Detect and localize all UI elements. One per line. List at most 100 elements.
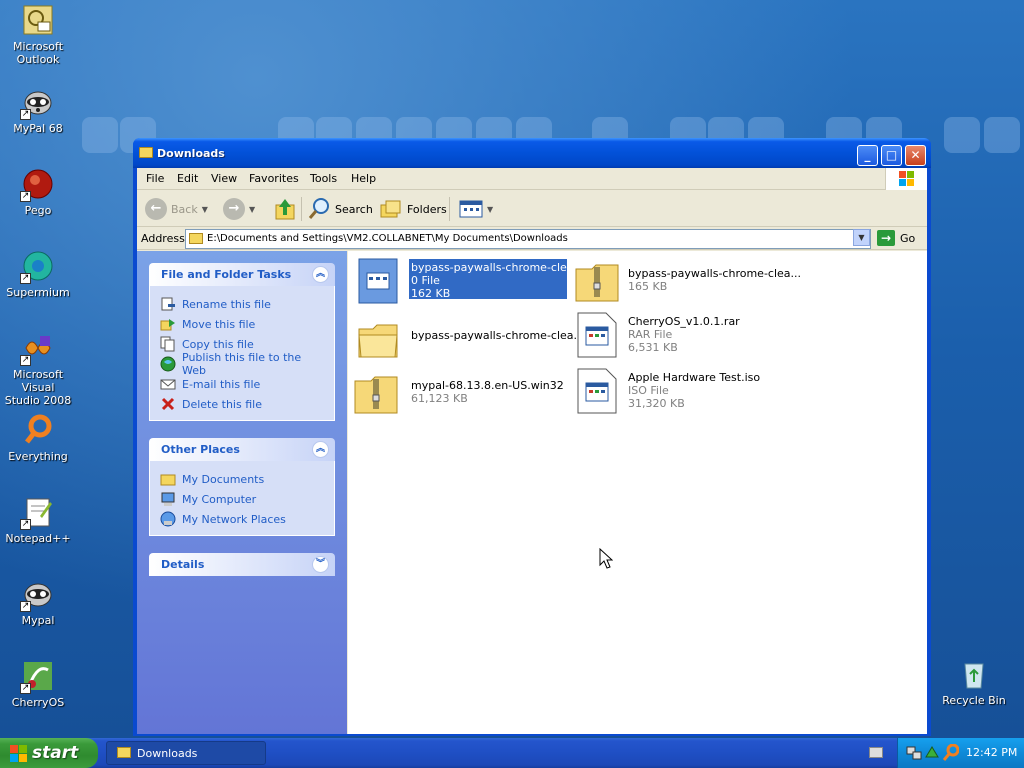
supermium-icon: ↗	[20, 250, 54, 284]
views-icon	[459, 200, 483, 218]
desktop-icon-label: Recycle Bin	[942, 694, 1006, 707]
desktop-icon-everything[interactable]: Everything	[0, 414, 76, 463]
file-item[interactable]: mypal-68.13.8.en-US.win32 61,123 KB	[353, 369, 573, 419]
go-arrow-icon: →	[877, 230, 895, 246]
details-header[interactable]: Details ︾	[149, 553, 335, 576]
magnifier-icon	[22, 414, 54, 446]
place-my-network[interactable]: My Network Places	[160, 509, 324, 529]
toolbar-separator	[301, 197, 302, 221]
desktop-icon-label: Notepad++	[5, 532, 71, 545]
menu-favorites[interactable]: Favorites	[249, 172, 299, 185]
desktop-icon-mypal[interactable]: ↗ Mypal	[0, 578, 76, 627]
folders-button[interactable]: Folders	[379, 197, 447, 221]
search-button[interactable]: Search	[307, 197, 373, 221]
rename-file-task[interactable]: Rename this file	[160, 294, 324, 314]
desktop-icon-label: Everything	[8, 450, 68, 463]
zip-folder-icon	[575, 264, 619, 302]
file-type: ISO File	[628, 384, 669, 397]
taskbar: start Downloads 12:42 PM	[0, 738, 1024, 768]
windows-flag-icon	[10, 745, 27, 762]
file-size: 165 KB	[628, 280, 668, 293]
file-size: 6,531 KB	[628, 341, 678, 354]
file-item[interactable]: bypass-paywalls-chrome-clea... 165 KB	[574, 257, 801, 307]
desktop-icon-label: Supermium	[6, 286, 70, 299]
file-item[interactable]: bypass-paywalls-chrome-clea...	[357, 317, 584, 367]
desktop-icon-cherryos[interactable]: ↗ CherryOS	[0, 660, 76, 709]
desktop-icon-notepadpp[interactable]: ↗ Notepad++	[0, 496, 76, 545]
desktop-icon-outlook[interactable]: Microsoft Outlook	[0, 4, 76, 66]
menu-edit[interactable]: Edit	[177, 172, 198, 185]
file-item[interactable]: CherryOS_v1.0.1.rar RAR File 6,531 KB	[574, 311, 794, 361]
start-button[interactable]: start	[0, 738, 98, 768]
place-my-computer[interactable]: My Computer	[160, 489, 324, 509]
address-dropdown-button[interactable]: ▼	[853, 229, 870, 246]
file-type: RAR File	[628, 328, 673, 341]
other-places-panel: Other Places ︽ My Documents My Computer …	[149, 438, 335, 536]
place-my-documents[interactable]: My Documents	[160, 469, 324, 489]
minimize-button[interactable]: _	[857, 145, 878, 166]
desktop-icon-visual-studio[interactable]: ↗ Microsoft Visual Studio 2008	[0, 332, 76, 407]
network-icon[interactable]	[906, 745, 922, 761]
address-path: E:\Documents and Settings\VM2.COLLABNET\…	[207, 233, 568, 244]
desktop-icon-label: CherryOS	[11, 696, 65, 709]
file-folder-tasks-header[interactable]: File and Folder Tasks ︽	[149, 263, 335, 286]
clock[interactable]: 12:42 PM	[966, 746, 1017, 759]
collapse-chevron-icon[interactable]: ︽	[312, 266, 329, 283]
desktop-icon-label: Microsoft Visual	[12, 368, 64, 394]
forward-button[interactable]: → ▼	[223, 197, 255, 221]
file-name: CherryOS_v1.0.1.rar	[628, 315, 740, 328]
publish-web-task[interactable]: Publish this file to the Web	[160, 351, 324, 377]
place-label: My Network Places	[182, 512, 286, 526]
title-bar[interactable]: Downloads _ □ ✕	[133, 138, 931, 168]
collapse-chevron-icon[interactable]: ︽	[312, 441, 329, 458]
file-item[interactable]: bypass-paywalls-chrome-clea... 0 File 16…	[357, 257, 584, 307]
back-button[interactable]: ← Back ▼	[145, 197, 208, 221]
move-file-task[interactable]: Move this file	[160, 314, 324, 334]
safely-remove-icon[interactable]	[924, 745, 940, 761]
menu-help[interactable]: Help	[351, 172, 376, 185]
desktop-icon-recycle-bin[interactable]: Recycle Bin	[936, 658, 1012, 707]
desktop-icon-label: Studio 2008	[4, 394, 72, 407]
file-name: bypass-paywalls-chrome-clea...	[411, 329, 585, 342]
move-icon	[160, 319, 175, 331]
other-places-header[interactable]: Other Places ︽	[149, 438, 335, 461]
panel-title: File and Folder Tasks	[161, 268, 292, 281]
file-name: bypass-paywalls-chrome-clea...	[628, 267, 802, 280]
go-label: Go	[900, 231, 916, 245]
keyboard-icon[interactable]	[869, 747, 883, 758]
delete-file-task[interactable]: Delete this file	[160, 394, 324, 414]
go-button[interactable]: → Go	[877, 230, 915, 246]
raccoon-icon: ↗	[20, 578, 54, 612]
my-documents-icon	[160, 474, 176, 486]
raccoon-icon: ↗	[20, 86, 54, 120]
file-item[interactable]: Apple Hardware Test.iso ISO File 31,320 …	[574, 367, 794, 417]
address-input[interactable]: E:\Documents and Settings\VM2.COLLABNET\…	[185, 229, 871, 249]
folder-icon	[117, 747, 131, 758]
folders-label: Folders	[407, 202, 447, 216]
desktop-icon-mypal68[interactable]: ↗ MyPal 68	[0, 86, 76, 135]
taskbar-button-downloads[interactable]: Downloads	[106, 741, 266, 765]
close-button[interactable]: ✕	[905, 145, 926, 166]
email-file-task[interactable]: E-mail this file	[160, 374, 324, 394]
desktop-icon-supermium[interactable]: ↗ Supermium	[0, 250, 76, 299]
menu-view[interactable]: View	[211, 172, 237, 185]
cherryos-icon: ↗	[20, 660, 54, 694]
search-tray-icon[interactable]	[943, 744, 959, 762]
menu-tools[interactable]: Tools	[310, 172, 337, 185]
system-tray: 12:42 PM	[897, 738, 1024, 768]
details-panel: Details ︾	[149, 553, 335, 576]
place-label: My Documents	[182, 472, 265, 486]
start-label: start	[32, 743, 79, 763]
file-name: bypass-paywalls-chrome-clea...	[411, 261, 585, 274]
panel-title: Other Places	[161, 443, 240, 456]
views-button[interactable]: ▼	[459, 197, 493, 221]
task-label: Rename this file	[182, 297, 271, 311]
menu-file[interactable]: File	[146, 172, 164, 185]
file-name: mypal-68.13.8.en-US.win32	[411, 379, 564, 392]
up-button[interactable]	[273, 197, 297, 221]
menu-bar: File Edit View Favorites Tools Help	[137, 168, 927, 190]
desktop-icon-pego[interactable]: ↗ Pego	[0, 168, 76, 217]
maximize-button[interactable]: □	[881, 145, 902, 166]
expand-chevron-icon[interactable]: ︾	[312, 556, 329, 573]
window-title: Downloads	[157, 147, 225, 160]
